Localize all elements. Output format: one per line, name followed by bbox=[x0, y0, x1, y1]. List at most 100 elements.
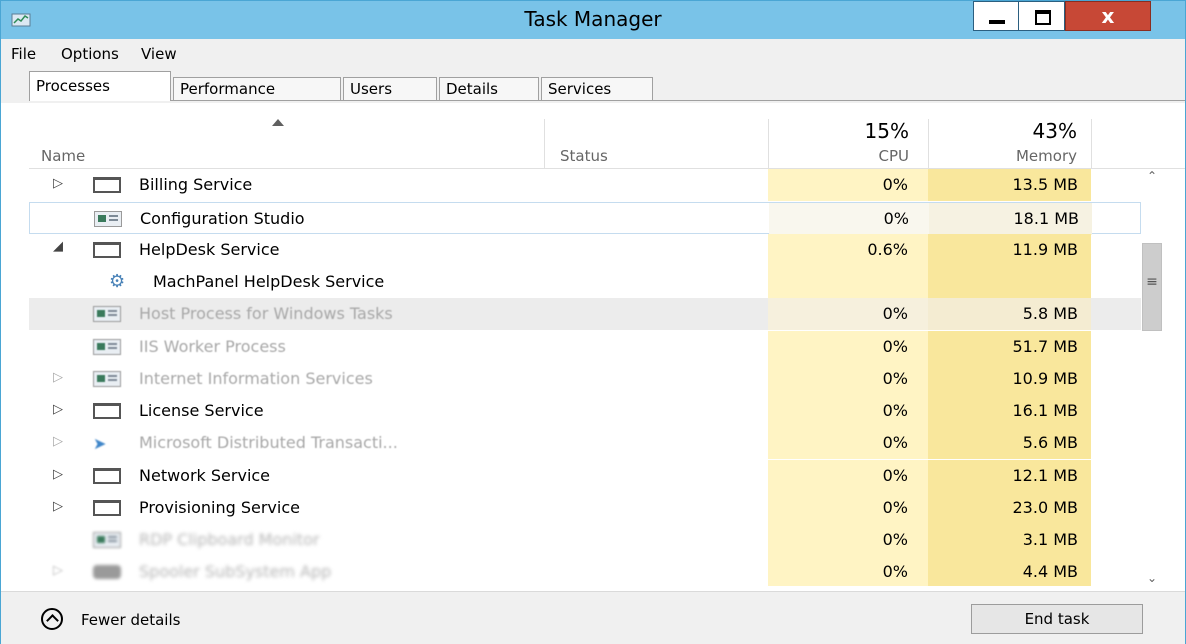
memory-cell: 10.9 MB bbox=[928, 363, 1091, 395]
app-window-icon bbox=[93, 468, 121, 484]
cpu-value: 0.6% bbox=[867, 240, 908, 259]
process-name: License Service bbox=[139, 401, 264, 420]
menu-file[interactable]: File bbox=[11, 45, 36, 63]
app-window-icon bbox=[93, 565, 121, 579]
memory-value: 10.9 MB bbox=[1012, 369, 1079, 388]
process-row-host-process[interactable]: Host Process for Windows Tasks 0% 5.8 MB bbox=[29, 298, 1141, 330]
app-window-icon bbox=[93, 532, 121, 548]
process-name: Configuration Studio bbox=[140, 209, 305, 228]
memory-value: 3.1 MB bbox=[1022, 530, 1078, 549]
process-row-iis-worker[interactable]: IIS Worker Process 0% 51.7 MB bbox=[29, 331, 1141, 363]
column-cpu[interactable]: CPU bbox=[879, 147, 910, 165]
process-list: Name Status 15% CPU 43% Memory ▷ Billing… bbox=[29, 103, 1185, 591]
cpu-value: 0% bbox=[883, 209, 909, 228]
close-button[interactable]: x bbox=[1065, 1, 1151, 31]
cpu-value: 0% bbox=[882, 401, 908, 420]
column-separator bbox=[768, 119, 769, 169]
memory-cell: 5.8 MB bbox=[928, 298, 1091, 330]
memory-cell: 23.0 MB bbox=[928, 492, 1091, 524]
menu-view[interactable]: View bbox=[141, 45, 177, 63]
memory-value: 23.0 MB bbox=[1012, 498, 1079, 517]
maximize-icon bbox=[1035, 10, 1051, 25]
collapse-chevron-icon[interactable]: ◢ bbox=[53, 239, 63, 254]
title-bar[interactable]: Task Manager x bbox=[1, 1, 1185, 39]
app-window-icon bbox=[93, 403, 121, 419]
memory-value: 11.9 MB bbox=[1012, 240, 1079, 259]
process-row-machpanel-helpdesk-service[interactable]: ⚙ MachPanel HelpDesk Service bbox=[29, 266, 1141, 298]
memory-value: 18.1 MB bbox=[1013, 209, 1080, 228]
cpu-cell: 0% bbox=[768, 169, 928, 201]
expand-chevron-icon[interactable]: ▷ bbox=[53, 402, 63, 417]
cpu-value: 0% bbox=[882, 337, 908, 356]
expand-chevron-icon[interactable]: ▷ bbox=[53, 467, 63, 482]
process-row-internet-information-services[interactable]: ▷ Internet Information Services 0% 10.9 … bbox=[29, 363, 1141, 395]
memory-value: 16.1 MB bbox=[1012, 401, 1079, 420]
vertical-scrollbar[interactable]: ⌃ ≡ ⌄ bbox=[1141, 169, 1163, 589]
memory-cell: 5.6 MB bbox=[928, 427, 1091, 459]
minimize-button[interactable] bbox=[973, 1, 1019, 31]
process-row-rdp-clipboard[interactable]: RDP Clipboard Monitor 0% 3.1 MB bbox=[29, 524, 1141, 556]
app-window-icon bbox=[93, 242, 121, 258]
cpu-cell: 0% bbox=[768, 460, 928, 492]
app-window-icon bbox=[93, 371, 121, 387]
process-row-provisioning-service[interactable]: ▷ Provisioning Service 0% 23.0 MB bbox=[29, 492, 1141, 524]
menu-options[interactable]: Options bbox=[61, 45, 119, 63]
tab-baseline bbox=[29, 100, 1185, 101]
cpu-value: 0% bbox=[882, 530, 908, 549]
close-icon: x bbox=[1101, 4, 1115, 28]
tab-details[interactable]: Details bbox=[439, 77, 539, 100]
app-window-icon bbox=[93, 306, 121, 322]
process-name: Billing Service bbox=[139, 175, 253, 194]
column-header: Name Status 15% CPU 43% Memory bbox=[29, 103, 1185, 169]
cpu-cell: 0% bbox=[768, 363, 928, 395]
tab-processes[interactable]: Processes bbox=[29, 71, 171, 101]
fewer-details-link[interactable]: Fewer details bbox=[81, 611, 180, 629]
cpu-cell: 0% bbox=[768, 524, 928, 556]
column-status[interactable]: Status bbox=[560, 147, 608, 165]
process-row-network-service[interactable]: ▷ Network Service 0% 12.1 MB bbox=[29, 460, 1141, 492]
chevron-up-circle-icon[interactable] bbox=[41, 608, 63, 630]
process-name: Internet Information Services bbox=[139, 369, 373, 388]
process-row-helpdesk-service[interactable]: ◢ HelpDesk Service 0.6% 11.9 MB bbox=[29, 234, 1141, 266]
cpu-cell: 0% bbox=[769, 203, 929, 235]
process-row-configuration-studio[interactable]: Configuration Studio 0% 18.1 MB bbox=[29, 202, 1141, 235]
memory-total-percent: 43% bbox=[1032, 119, 1077, 143]
tab-users[interactable]: Users bbox=[343, 77, 437, 100]
sort-ascending-icon[interactable] bbox=[272, 119, 284, 126]
cpu-value: 0% bbox=[882, 304, 908, 323]
cpu-cell: 0% bbox=[768, 427, 928, 459]
scroll-down-icon[interactable]: ⌄ bbox=[1143, 571, 1161, 589]
column-separator bbox=[1091, 119, 1092, 169]
maximize-button[interactable] bbox=[1019, 1, 1065, 31]
process-row-msdtc[interactable]: ▷ ➤ Microsoft Distributed Transacti... 0… bbox=[29, 427, 1141, 459]
process-row-spooler[interactable]: ▷ Spooler SubSystem App 0% 4.4 MB bbox=[29, 556, 1141, 586]
column-separator bbox=[928, 119, 929, 169]
expand-chevron-icon[interactable]: ▷ bbox=[53, 176, 63, 191]
memory-value: 5.6 MB bbox=[1022, 433, 1078, 452]
expand-chevron-icon[interactable]: ▷ bbox=[53, 370, 63, 385]
memory-cell: 11.9 MB bbox=[928, 234, 1091, 266]
expand-chevron-icon[interactable]: ▷ bbox=[53, 434, 63, 449]
process-name: Host Process for Windows Tasks bbox=[139, 304, 393, 323]
tab-performance[interactable]: Performance bbox=[173, 77, 341, 100]
process-row-billing-service[interactable]: ▷ Billing Service 0% 13.5 MB bbox=[29, 169, 1141, 201]
expand-chevron-icon[interactable]: ▷ bbox=[53, 563, 63, 578]
column-name[interactable]: Name bbox=[41, 147, 85, 165]
service-gear-icon: ⚙ bbox=[109, 271, 126, 292]
distributed-transaction-icon: ➤ bbox=[93, 434, 107, 453]
minimize-icon bbox=[989, 20, 1005, 24]
end-task-button[interactable]: End task bbox=[971, 604, 1143, 634]
app-window-icon bbox=[93, 339, 121, 355]
process-row-license-service[interactable]: ▷ License Service 0% 16.1 MB bbox=[29, 395, 1141, 427]
process-name: RDP Clipboard Monitor bbox=[139, 530, 320, 549]
expand-chevron-icon[interactable]: ▷ bbox=[53, 499, 63, 514]
scroll-up-icon[interactable]: ⌃ bbox=[1143, 169, 1161, 187]
memory-cell: 16.1 MB bbox=[928, 395, 1091, 427]
column-separator bbox=[544, 119, 545, 169]
grip-icon: ≡ bbox=[1146, 274, 1158, 290]
cpu-value: 0% bbox=[882, 466, 908, 485]
scroll-thumb[interactable]: ≡ bbox=[1142, 243, 1162, 331]
cpu-value: 0% bbox=[882, 369, 908, 388]
column-memory[interactable]: Memory bbox=[1016, 147, 1077, 165]
tab-services[interactable]: Services bbox=[541, 77, 653, 100]
